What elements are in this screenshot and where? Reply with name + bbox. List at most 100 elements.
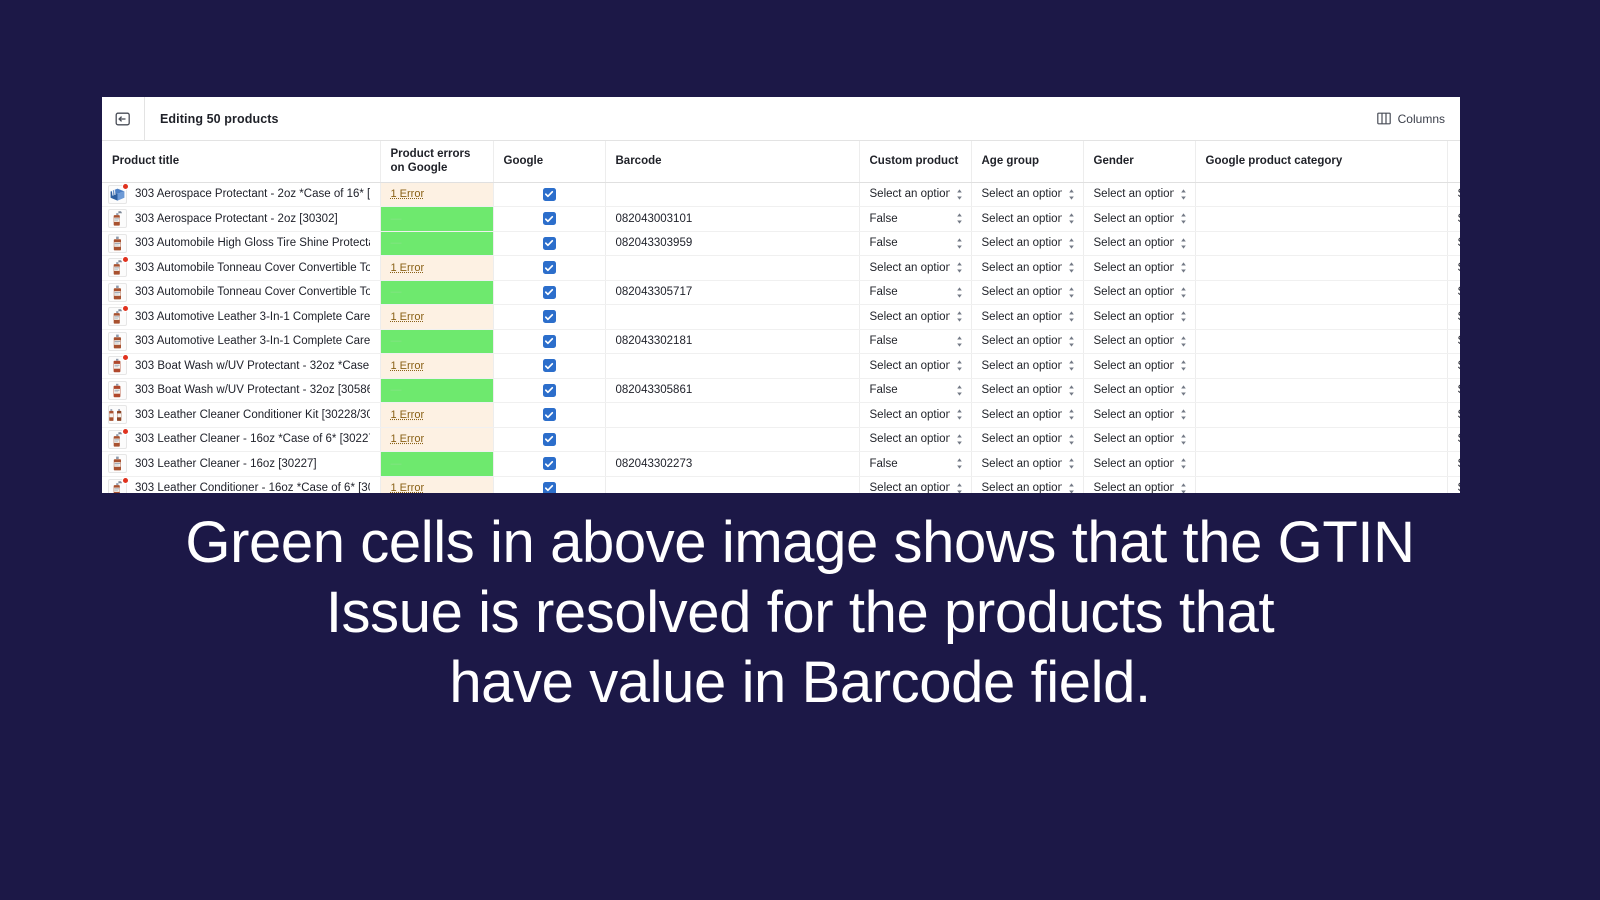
- gender-select[interactable]: Select an option: [1094, 183, 1187, 206]
- error-count-link[interactable]: 1 Error: [391, 262, 425, 274]
- gender-select[interactable]: Select an option: [1094, 477, 1187, 493]
- cell-age-group[interactable]: Select an option: [971, 353, 1084, 379]
- gender-select[interactable]: Select an option: [1094, 428, 1187, 451]
- cell-age-group[interactable]: Select an option: [971, 304, 1084, 330]
- gender-select[interactable]: Select an option: [1094, 452, 1187, 475]
- cell-google-toggle[interactable]: [493, 231, 606, 256]
- cell-custom-product[interactable]: Select an option: [859, 476, 972, 493]
- age-group-select[interactable]: Select an option: [982, 477, 1075, 493]
- age-group-select[interactable]: Select an option: [982, 403, 1075, 426]
- cell-google-product-category[interactable]: [1195, 451, 1448, 477]
- google-checkbox[interactable]: [542, 481, 556, 493]
- table-row[interactable]: 303 Leather Cleaner Conditioner Kit [302…: [102, 402, 1460, 428]
- cell-product-errors[interactable]: 1 Error: [380, 402, 494, 428]
- column-header-product-title[interactable]: Product title: [102, 141, 381, 183]
- google-checkbox[interactable]: [542, 236, 556, 250]
- cell-gender[interactable]: Select an option: [1083, 378, 1196, 403]
- google-checkbox[interactable]: [542, 359, 556, 373]
- cell-custom-product[interactable]: False: [859, 206, 972, 232]
- cell-google-product-category[interactable]: [1195, 280, 1448, 305]
- cell-gender[interactable]: Select an option: [1083, 304, 1196, 330]
- cell-age-group[interactable]: Select an option: [971, 255, 1084, 281]
- cell-product-title[interactable]: 303 Aerospace Protectant - 2oz [30302]: [102, 206, 381, 232]
- cell-google-product-category[interactable]: [1195, 304, 1448, 330]
- exit-editor-button[interactable]: [102, 97, 145, 141]
- cell-custom-product[interactable]: Select an option: [859, 353, 972, 379]
- cell-google-toggle[interactable]: [493, 329, 606, 354]
- google-checkbox[interactable]: [542, 383, 556, 397]
- error-count-link[interactable]: 1 Error: [391, 311, 425, 323]
- cell-product-title[interactable]: 303 Leather Conditioner - 16oz *Case of …: [102, 476, 381, 493]
- cell-gender[interactable]: Select an option: [1083, 231, 1196, 256]
- cell-age-group[interactable]: Select an option: [971, 231, 1084, 256]
- cell-google-product-category[interactable]: [1195, 476, 1448, 493]
- cell-barcode[interactable]: 082043003101: [605, 206, 860, 232]
- cell-overflow-select[interactable]: S: [1447, 329, 1460, 354]
- cell-google-product-category[interactable]: [1195, 182, 1448, 207]
- google-checkbox[interactable]: [542, 310, 556, 324]
- column-header-age-group[interactable]: Age group: [971, 141, 1084, 183]
- age-group-select[interactable]: Select an option: [982, 428, 1075, 451]
- cell-gender[interactable]: Select an option: [1083, 329, 1196, 354]
- error-count-link[interactable]: 1 Error: [391, 188, 425, 200]
- cell-age-group[interactable]: Select an option: [971, 378, 1084, 403]
- table-row[interactable]: 303 Leather Cleaner - 16oz *Case of 6* […: [102, 427, 1460, 452]
- cell-product-title[interactable]: 303 Leather Cleaner - 16oz [30227]: [102, 451, 381, 477]
- cell-product-errors[interactable]: 1 Error: [380, 353, 494, 379]
- custom-product-select[interactable]: Select an option: [870, 354, 963, 377]
- cell-gender[interactable]: Select an option: [1083, 353, 1196, 379]
- cell-gender[interactable]: Select an option: [1083, 255, 1196, 281]
- cell-product-title[interactable]: 303 Leather Cleaner - 16oz *Case of 6* […: [102, 427, 381, 452]
- cell-gender[interactable]: Select an option: [1083, 451, 1196, 477]
- google-checkbox[interactable]: [542, 457, 556, 471]
- gender-select[interactable]: Select an option: [1094, 330, 1187, 353]
- google-checkbox[interactable]: [542, 285, 556, 299]
- cell-age-group[interactable]: Select an option: [971, 206, 1084, 232]
- custom-product-select[interactable]: Select an option: [870, 183, 963, 206]
- gender-select[interactable]: Select an option: [1094, 379, 1187, 402]
- error-count-link[interactable]: 1 Error: [391, 482, 425, 493]
- table-row[interactable]: 303 Leather Conditioner - 16oz *Case of …: [102, 476, 1460, 493]
- age-group-select[interactable]: Select an option: [982, 207, 1075, 230]
- cell-custom-product[interactable]: False: [859, 231, 972, 256]
- gender-select[interactable]: Select an option: [1094, 232, 1187, 255]
- cell-gender[interactable]: Select an option: [1083, 427, 1196, 452]
- cell-gender[interactable]: Select an option: [1083, 182, 1196, 207]
- cell-age-group[interactable]: Select an option: [971, 427, 1084, 452]
- cell-overflow-select[interactable]: S: [1447, 182, 1460, 207]
- custom-product-select[interactable]: Select an option: [870, 256, 963, 279]
- custom-product-select[interactable]: False: [870, 452, 963, 475]
- gender-select[interactable]: Select an option: [1094, 256, 1187, 279]
- cell-barcode[interactable]: [605, 255, 860, 281]
- cell-product-title[interactable]: 303 Automobile Tonneau Cover Convertible…: [102, 255, 381, 281]
- google-checkbox[interactable]: [542, 187, 556, 201]
- cell-barcode[interactable]: [605, 182, 860, 207]
- gender-select[interactable]: Select an option: [1094, 305, 1187, 328]
- cell-custom-product[interactable]: False: [859, 280, 972, 305]
- cell-overflow-select[interactable]: S: [1447, 427, 1460, 452]
- gender-select[interactable]: Select an option: [1094, 354, 1187, 377]
- google-checkbox[interactable]: [542, 261, 556, 275]
- custom-product-select[interactable]: False: [870, 330, 963, 353]
- cell-overflow-select[interactable]: S: [1447, 280, 1460, 305]
- cell-barcode[interactable]: 082043303959: [605, 231, 860, 256]
- cell-custom-product[interactable]: False: [859, 451, 972, 477]
- gender-select[interactable]: Select an option: [1094, 281, 1187, 304]
- cell-overflow-select[interactable]: S: [1447, 231, 1460, 256]
- cell-google-product-category[interactable]: [1195, 231, 1448, 256]
- cell-google-toggle[interactable]: [493, 182, 606, 207]
- column-header-google[interactable]: Google: [493, 141, 606, 183]
- cell-barcode[interactable]: [605, 304, 860, 330]
- custom-product-select[interactable]: False: [870, 232, 963, 255]
- column-header-gender[interactable]: Gender: [1083, 141, 1196, 183]
- products-table-scroll-area[interactable]: Product title Product errors on Google G…: [102, 141, 1460, 493]
- column-header-google-product-category[interactable]: Google product category: [1195, 141, 1448, 183]
- cell-product-errors[interactable]: 1 Error: [380, 476, 494, 493]
- age-group-select[interactable]: Select an option: [982, 305, 1075, 328]
- custom-product-select[interactable]: False: [870, 207, 963, 230]
- custom-product-select[interactable]: Select an option: [870, 477, 963, 493]
- cell-google-toggle[interactable]: [493, 280, 606, 305]
- cell-custom-product[interactable]: False: [859, 329, 972, 354]
- cell-product-title[interactable]: 303 Automobile Tonneau Cover Convertible…: [102, 280, 381, 305]
- age-group-select[interactable]: Select an option: [982, 281, 1075, 304]
